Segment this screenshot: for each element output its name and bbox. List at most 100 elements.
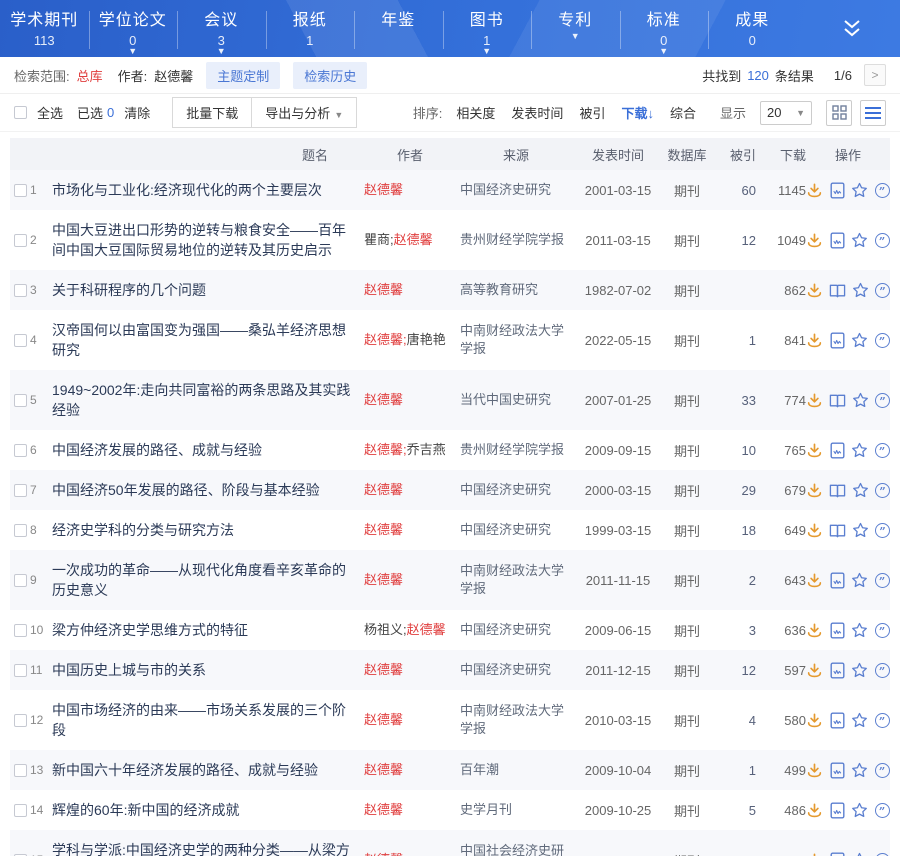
- cited-count[interactable]: 1: [716, 763, 756, 778]
- source-link[interactable]: 中国经济史研究: [460, 662, 551, 677]
- book-read-icon[interactable]: [829, 282, 846, 299]
- source-link[interactable]: 中国社会经济史研究: [460, 843, 564, 856]
- topic-customize-button[interactable]: 主题定制: [206, 62, 280, 89]
- download-icon[interactable]: [806, 622, 823, 639]
- cited-count[interactable]: 1: [716, 333, 756, 348]
- download-icon[interactable]: [806, 802, 823, 819]
- cited-count[interactable]: 18: [716, 523, 756, 538]
- clear-selection-button[interactable]: 清除: [124, 103, 150, 122]
- author-link[interactable]: 乔吉燕: [407, 442, 446, 457]
- select-all-label[interactable]: 全选: [37, 103, 63, 122]
- html-read-icon[interactable]: [829, 712, 845, 729]
- source-link[interactable]: 中南财经政法大学学报: [460, 323, 564, 356]
- favorite-star-icon[interactable]: [851, 852, 868, 856]
- favorite-star-icon[interactable]: [852, 282, 869, 299]
- book-read-icon[interactable]: [829, 392, 846, 409]
- row-checkbox[interactable]: [14, 664, 27, 677]
- cited-count[interactable]: 2: [716, 853, 756, 856]
- sort-option-发表时间[interactable]: 发表时间: [511, 103, 563, 122]
- download-icon[interactable]: [806, 522, 823, 539]
- source-link[interactable]: 百年潮: [460, 762, 499, 777]
- source-link[interactable]: 贵州财经学院学报: [460, 232, 564, 247]
- favorite-star-icon[interactable]: [851, 622, 868, 639]
- quote-icon[interactable]: ”: [875, 392, 890, 409]
- row-checkbox[interactable]: [14, 394, 27, 407]
- source-link[interactable]: 中国经济史研究: [460, 622, 551, 637]
- author-link[interactable]: 赵德馨: [364, 522, 403, 537]
- quote-icon[interactable]: ”: [874, 182, 890, 199]
- favorite-star-icon[interactable]: [851, 572, 868, 589]
- quote-icon[interactable]: ”: [874, 852, 890, 856]
- author-link[interactable]: 赵德馨;: [364, 332, 407, 347]
- quote-icon[interactable]: ”: [874, 442, 890, 459]
- cited-count[interactable]: 12: [716, 233, 756, 248]
- download-icon[interactable]: [806, 482, 823, 499]
- sort-option-相关度[interactable]: 相关度: [456, 103, 495, 122]
- nav-tab-图书[interactable]: 图书1▼: [443, 0, 532, 57]
- list-view-button[interactable]: [860, 100, 886, 126]
- author-link[interactable]: 赵德馨: [364, 712, 403, 727]
- quote-icon[interactable]: ”: [874, 332, 890, 349]
- nav-tab-报纸[interactable]: 报纸1: [266, 0, 355, 57]
- html-read-icon[interactable]: [829, 802, 845, 819]
- nav-tab-专利[interactable]: 专利▼: [531, 0, 620, 57]
- author-link[interactable]: 赵德馨: [364, 282, 403, 297]
- author-link[interactable]: 赵德馨: [394, 232, 433, 247]
- source-link[interactable]: 中国经济史研究: [460, 482, 551, 497]
- favorite-star-icon[interactable]: [851, 182, 868, 199]
- cited-count[interactable]: 60: [716, 183, 756, 198]
- next-page-button[interactable]: >: [864, 64, 886, 86]
- select-all-checkbox[interactable]: [14, 106, 27, 119]
- expand-tabs-button[interactable]: [804, 0, 900, 57]
- favorite-star-icon[interactable]: [852, 522, 869, 539]
- row-checkbox[interactable]: [14, 284, 27, 297]
- author-link[interactable]: 赵德馨: [364, 662, 403, 677]
- favorite-star-icon[interactable]: [851, 712, 868, 729]
- favorite-star-icon[interactable]: [851, 762, 868, 779]
- result-title-link[interactable]: 学科与学派:中国经济史学的两种分类——从梁方仲的学术地位说起: [52, 840, 356, 856]
- nav-tab-年鉴[interactable]: 年鉴: [354, 0, 443, 57]
- result-title-link[interactable]: 一次成功的革命——从现代化角度看辛亥革命的历史意义: [52, 560, 356, 600]
- html-read-icon[interactable]: [829, 572, 845, 589]
- result-title-link[interactable]: 1949~2002年:走向共同富裕的两条思路及其实践经验: [52, 380, 356, 420]
- export-analyze-button[interactable]: 导出与分析▼: [251, 97, 357, 128]
- nav-tab-会议[interactable]: 会议3▼: [177, 0, 266, 57]
- html-read-icon[interactable]: [829, 442, 845, 459]
- result-title-link[interactable]: 经济史学科的分类与研究方法: [52, 520, 356, 540]
- source-link[interactable]: 中国经济史研究: [460, 182, 551, 197]
- row-checkbox[interactable]: [14, 714, 27, 727]
- html-read-icon[interactable]: [829, 332, 845, 349]
- cited-count[interactable]: 33: [716, 393, 756, 408]
- result-title-link[interactable]: 中国经济发展的路径、成就与经验: [52, 440, 356, 460]
- html-read-icon[interactable]: [829, 662, 845, 679]
- download-icon[interactable]: [806, 442, 823, 459]
- source-link[interactable]: 中南财经政法大学学报: [460, 563, 564, 596]
- quote-icon[interactable]: ”: [874, 572, 890, 589]
- quote-icon[interactable]: ”: [875, 282, 890, 299]
- author-link[interactable]: 赵德馨: [364, 182, 403, 197]
- favorite-star-icon[interactable]: [851, 802, 868, 819]
- row-checkbox[interactable]: [14, 804, 27, 817]
- favorite-star-icon[interactable]: [851, 232, 868, 249]
- book-read-icon[interactable]: [829, 522, 846, 539]
- quote-icon[interactable]: ”: [874, 622, 890, 639]
- row-checkbox[interactable]: [14, 334, 27, 347]
- download-icon[interactable]: [806, 762, 823, 779]
- quote-icon[interactable]: ”: [874, 232, 890, 249]
- download-icon[interactable]: [806, 282, 823, 299]
- sort-option-综合[interactable]: 综合: [670, 103, 696, 122]
- quote-icon[interactable]: ”: [874, 802, 890, 819]
- nav-tab-学位论文[interactable]: 学位论文0▼: [89, 0, 178, 57]
- result-title-link[interactable]: 市场化与工业化:经济现代化的两个主要层次: [52, 180, 356, 200]
- html-read-icon[interactable]: [829, 852, 845, 856]
- result-title-link[interactable]: 汉帝国何以由富国变为强国——桑弘羊经济思想研究: [52, 320, 356, 360]
- nav-tab-学术期刊[interactable]: 学术期刊113: [0, 0, 89, 57]
- author-link[interactable]: 杨祖义;: [364, 622, 407, 637]
- row-checkbox[interactable]: [14, 444, 27, 457]
- quote-icon[interactable]: ”: [875, 522, 890, 539]
- sort-option-被引[interactable]: 被引: [579, 103, 605, 122]
- row-checkbox[interactable]: [14, 234, 27, 247]
- batch-download-button[interactable]: 批量下载: [172, 97, 252, 128]
- favorite-star-icon[interactable]: [851, 442, 868, 459]
- source-link[interactable]: 当代中国史研究: [460, 392, 551, 407]
